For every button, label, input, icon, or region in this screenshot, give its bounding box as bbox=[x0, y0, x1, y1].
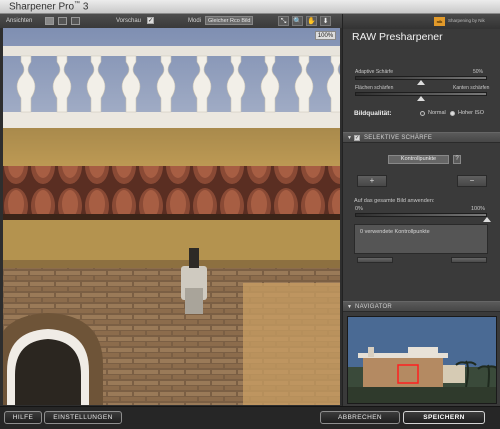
collapse-triangle-icon[interactable]: ▼ bbox=[347, 135, 352, 141]
collapse-triangle-icon[interactable]: ▼ bbox=[347, 304, 352, 310]
nik-logo-icon: nik bbox=[434, 17, 445, 26]
selective-sharpening-title: SELEKTIVE SCHÄRFE bbox=[364, 135, 433, 141]
apply-whole-image-label: Auf das gesamte Bild anwenden: bbox=[354, 198, 435, 204]
quality-normal-radio[interactable] bbox=[420, 111, 425, 116]
apply-whole-image-slider[interactable] bbox=[355, 213, 487, 217]
fit-tool-icon[interactable]: ⤡ bbox=[278, 16, 289, 26]
mode-select[interactable]: Gleicher Rco Bild bbox=[205, 16, 253, 25]
preview-label: Vorschau bbox=[116, 18, 142, 24]
surfaces-label: Flächen schärfen bbox=[355, 85, 394, 91]
view-label: Ansichten bbox=[6, 18, 33, 24]
mode-label: Modi bbox=[188, 18, 202, 24]
window-title-bar: Sharpener Pro™ 3 bbox=[0, 0, 500, 14]
image-preview[interactable]: 100% bbox=[3, 28, 340, 405]
help-icon[interactable]: ? bbox=[453, 155, 461, 164]
view-toolbar: Ansichten Vorschau ✓ Modi Gleicher Rco B… bbox=[0, 14, 342, 28]
dropper-tool-icon[interactable]: ⬇ bbox=[320, 16, 331, 26]
navigator-header[interactable]: ▼ NAVIGATOR bbox=[343, 301, 500, 312]
preview-checkbox[interactable]: ✓ bbox=[147, 17, 154, 24]
side-by-side-view-button[interactable] bbox=[71, 17, 80, 25]
hand-tool-icon[interactable]: ✋ bbox=[306, 16, 317, 26]
apply-min-label: 0% bbox=[355, 206, 363, 212]
building-photo bbox=[3, 28, 340, 405]
control-point-left-button[interactable] bbox=[357, 257, 393, 263]
settings-panel: nik Sharpening by Nik RAW Presharpener A… bbox=[342, 14, 500, 406]
remove-control-point-button[interactable]: − bbox=[457, 175, 487, 187]
quality-high-iso-radio[interactable] bbox=[450, 111, 455, 116]
adaptive-sharpening-label: Adaptive Schärfe bbox=[355, 69, 394, 75]
selective-sharpening-header[interactable]: ▼ ✓ SELEKTIVE SCHÄRFE bbox=[343, 132, 500, 143]
zoom-level-badge[interactable]: 100% bbox=[315, 31, 336, 40]
save-button[interactable]: SPEICHERN bbox=[403, 411, 485, 424]
image-quality-label: Bildqualität: bbox=[354, 110, 392, 117]
footer-bar: HILFE EINSTELLUNGEN ABBRECHEN SPEICHERN bbox=[0, 406, 500, 429]
control-point-right-button[interactable] bbox=[451, 257, 487, 263]
window-title: Sharpener Pro™ 3 bbox=[9, 1, 89, 13]
quality-normal-label: Normal bbox=[428, 110, 446, 116]
single-view-button[interactable] bbox=[45, 17, 54, 25]
adaptive-sharpening-thumb[interactable] bbox=[417, 80, 425, 85]
navigator-thumbnail[interactable] bbox=[347, 316, 497, 404]
cancel-button[interactable]: ABBRECHEN bbox=[320, 411, 400, 424]
apply-whole-image-thumb[interactable] bbox=[483, 217, 491, 222]
apply-max-label: 100% bbox=[471, 206, 486, 212]
edges-label: Kanten schärfen bbox=[453, 85, 490, 91]
navigator-title: NAVIGATOR bbox=[355, 304, 393, 310]
brand-bar: nik Sharpening by Nik bbox=[343, 14, 500, 29]
selective-sharpening-checkbox[interactable]: ✓ bbox=[354, 135, 360, 141]
quality-high-iso-label: Hoher ISO bbox=[458, 110, 484, 116]
navigator-photo bbox=[348, 317, 496, 403]
control-points-count: 0 verwendete Kontrollpunkte bbox=[360, 229, 430, 235]
control-points-list: 0 verwendete Kontrollpunkte bbox=[354, 224, 488, 254]
brand-text: Sharpening by Nik bbox=[448, 18, 485, 23]
filter-title: RAW Presharpener bbox=[352, 31, 443, 43]
add-control-point-button[interactable]: + bbox=[357, 175, 387, 187]
surfaces-edges-thumb[interactable] bbox=[417, 96, 425, 101]
zoom-tool-icon[interactable]: 🔍 bbox=[292, 16, 303, 26]
split-view-button[interactable] bbox=[58, 17, 67, 25]
settings-button[interactable]: EINSTELLUNGEN bbox=[44, 411, 122, 424]
control-points-dropdown[interactable]: Kontrollpunkte bbox=[388, 155, 449, 164]
help-button[interactable]: HILFE bbox=[4, 411, 42, 424]
adaptive-sharpening-value: 50% bbox=[473, 69, 484, 75]
